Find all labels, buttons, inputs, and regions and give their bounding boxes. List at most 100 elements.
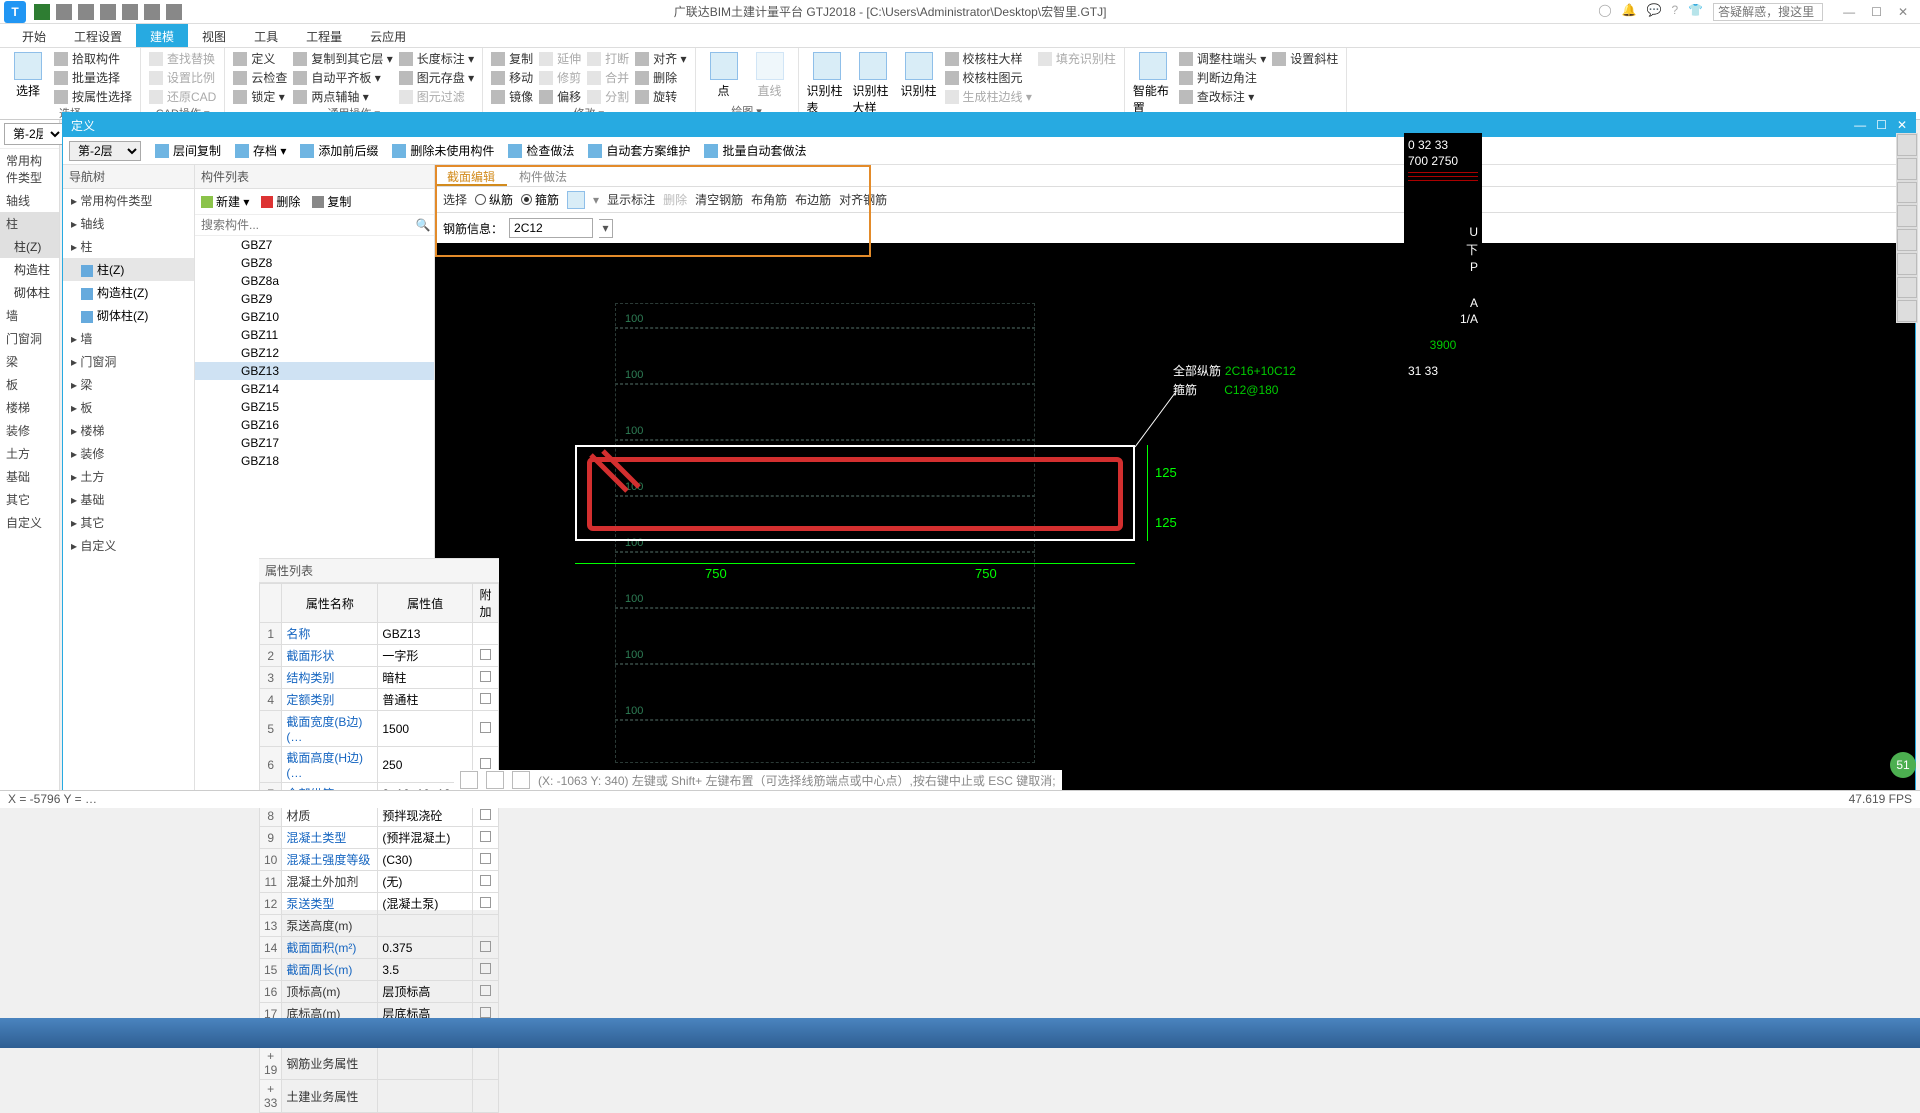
- comp-item[interactable]: GBZ14: [195, 380, 434, 398]
- prop-value[interactable]: (无): [378, 871, 473, 893]
- ol-wall[interactable]: 墙: [0, 304, 59, 327]
- qat-icon[interactable]: [122, 4, 138, 20]
- ribbon-propsel[interactable]: 按属性选择: [54, 88, 132, 105]
- ribbon-copy[interactable]: 复制: [491, 50, 533, 67]
- dlg-min-icon[interactable]: —: [1854, 118, 1866, 132]
- navtree-group[interactable]: ▸ 板: [63, 396, 194, 419]
- prop-name[interactable]: 定额类别: [282, 689, 378, 711]
- prop-add[interactable]: [473, 667, 499, 689]
- close-icon[interactable]: ✕: [1898, 5, 1908, 19]
- ribbon-batchsel[interactable]: 批量选择: [54, 69, 132, 86]
- navtree-group[interactable]: ▸ 其它: [63, 511, 194, 534]
- navtree-group[interactable]: ▸ 装修: [63, 442, 194, 465]
- prop-add[interactable]: [473, 893, 499, 915]
- prop-value[interactable]: (C30): [378, 849, 473, 871]
- comp-item[interactable]: GBZ9: [195, 290, 434, 308]
- prop-name[interactable]: 截面周长(m): [282, 959, 378, 981]
- ribbon-align[interactable]: 对齐 ▾: [635, 50, 686, 67]
- complist-copy[interactable]: 复制: [312, 193, 351, 210]
- navtree-group[interactable]: ▸ 柱: [63, 235, 194, 258]
- ribbon-cloudcheck[interactable]: 云检查: [233, 69, 287, 86]
- dlg-checkmethod[interactable]: 检查做法: [508, 142, 574, 159]
- ribbon-point[interactable]: 点: [704, 50, 744, 99]
- complist-new[interactable]: 新建 ▾: [201, 193, 249, 210]
- prop-name[interactable]: 名称: [282, 623, 378, 645]
- prop-add[interactable]: [473, 689, 499, 711]
- ribbon-checkbig[interactable]: 校核柱大样: [945, 50, 1032, 67]
- ed-draw-icon[interactable]: [567, 191, 585, 209]
- ribbon-copyfloor[interactable]: 复制到其它层 ▾: [293, 50, 392, 67]
- tab-cloud[interactable]: 云应用: [356, 24, 420, 47]
- qat-icon[interactable]: [100, 4, 116, 20]
- prop-value[interactable]: 3.5: [378, 959, 473, 981]
- comp-item[interactable]: GBZ16: [195, 416, 434, 434]
- prop-name[interactable]: 结构类别: [282, 667, 378, 689]
- radio-zongjin[interactable]: 纵筋: [475, 191, 513, 208]
- user-icon[interactable]: ◯: [1598, 3, 1611, 21]
- ribbon-idcolbig[interactable]: 识别柱大样: [853, 50, 893, 116]
- help-search[interactable]: [1713, 3, 1823, 21]
- hint-btn2[interactable]: [486, 771, 504, 789]
- prop-add[interactable]: [473, 623, 499, 645]
- dlg-prefix[interactable]: 添加前后缀: [300, 142, 378, 159]
- ol-deco[interactable]: 装修: [0, 419, 59, 442]
- navtree-group[interactable]: ▸ 自定义: [63, 534, 194, 557]
- prop-add[interactable]: [473, 915, 499, 937]
- maximize-icon[interactable]: ☐: [1871, 5, 1882, 19]
- ribbon-autoalign[interactable]: 自动平齐板 ▾: [293, 69, 392, 86]
- tab-model[interactable]: 建模: [136, 24, 188, 47]
- ed-edge[interactable]: 布边筋: [795, 191, 831, 208]
- ribbon-idcoltable[interactable]: 识别柱表: [807, 50, 847, 116]
- prop-add[interactable]: [473, 1080, 499, 1113]
- prop-add[interactable]: [473, 981, 499, 1003]
- prop-add[interactable]: [473, 827, 499, 849]
- tab-start[interactable]: 开始: [8, 24, 60, 47]
- navtree-group[interactable]: ▸ 梁: [63, 373, 194, 396]
- ribbon-twopoint[interactable]: 两点辅轴 ▾: [293, 88, 392, 105]
- prop-value[interactable]: 普通柱: [378, 689, 473, 711]
- ribbon-idcol[interactable]: 识别柱: [899, 50, 939, 99]
- navtree-item[interactable]: 构造柱(Z): [63, 281, 194, 304]
- prop-value[interactable]: 暗柱: [378, 667, 473, 689]
- navtree-item[interactable]: 砌体柱(Z): [63, 304, 194, 327]
- tab-practice[interactable]: 构件做法: [507, 165, 579, 186]
- dlg-batchauto[interactable]: 批量自动套做法: [704, 142, 806, 159]
- ol-found[interactable]: 基础: [0, 465, 59, 488]
- shirt-icon[interactable]: 👕: [1688, 3, 1703, 21]
- navtree-item[interactable]: 柱(Z): [63, 258, 194, 281]
- complist-del[interactable]: 删除: [261, 193, 300, 210]
- ol-axis[interactable]: 轴线: [0, 189, 59, 212]
- comp-item[interactable]: GBZ7: [195, 236, 434, 254]
- complist-search[interactable]: [195, 215, 412, 235]
- prop-value[interactable]: (预拌混凝土): [378, 827, 473, 849]
- ol-door[interactable]: 门窗洞: [0, 327, 59, 350]
- hint-btn1[interactable]: [460, 771, 478, 789]
- qat-icon[interactable]: [166, 4, 182, 20]
- prop-name[interactable]: 截面高度(H边)(…: [282, 747, 378, 783]
- tab-project[interactable]: 工程设置: [60, 24, 136, 47]
- ed-showdim[interactable]: 显示标注: [607, 191, 655, 208]
- prop-add[interactable]: [473, 645, 499, 667]
- ol-column[interactable]: 柱: [0, 212, 59, 235]
- comp-item[interactable]: GBZ8a: [195, 272, 434, 290]
- help-icon[interactable]: ?: [1672, 3, 1679, 21]
- prop-value[interactable]: [378, 915, 473, 937]
- ribbon-smartlayout[interactable]: 智能布置: [1133, 50, 1173, 116]
- prop-value[interactable]: [378, 1047, 473, 1080]
- ribbon-pick[interactable]: 拾取构件: [54, 50, 132, 67]
- prop-name[interactable]: 钢筋业务属性: [282, 1047, 378, 1080]
- ribbon-offset[interactable]: 偏移: [539, 88, 581, 105]
- dlg-delunused[interactable]: 删除未使用构件: [392, 142, 494, 159]
- prop-add[interactable]: [473, 711, 499, 747]
- ol-earth[interactable]: 土方: [0, 442, 59, 465]
- prop-value[interactable]: 一字形: [378, 645, 473, 667]
- prop-name[interactable]: 混凝土外加剂: [282, 871, 378, 893]
- ribbon-define[interactable]: 定义: [233, 50, 287, 67]
- prop-name[interactable]: 混凝土类型: [282, 827, 378, 849]
- navtree-group[interactable]: ▸ 土方: [63, 465, 194, 488]
- tab-qty[interactable]: 工程量: [292, 24, 356, 47]
- prop-name[interactable]: 土建业务属性: [282, 1080, 378, 1113]
- tab-section-edit[interactable]: 截面编辑: [435, 165, 507, 186]
- ribbon-adjend[interactable]: 调整柱端头 ▾: [1179, 50, 1266, 67]
- ol-common[interactable]: 常用构件类型: [0, 149, 59, 189]
